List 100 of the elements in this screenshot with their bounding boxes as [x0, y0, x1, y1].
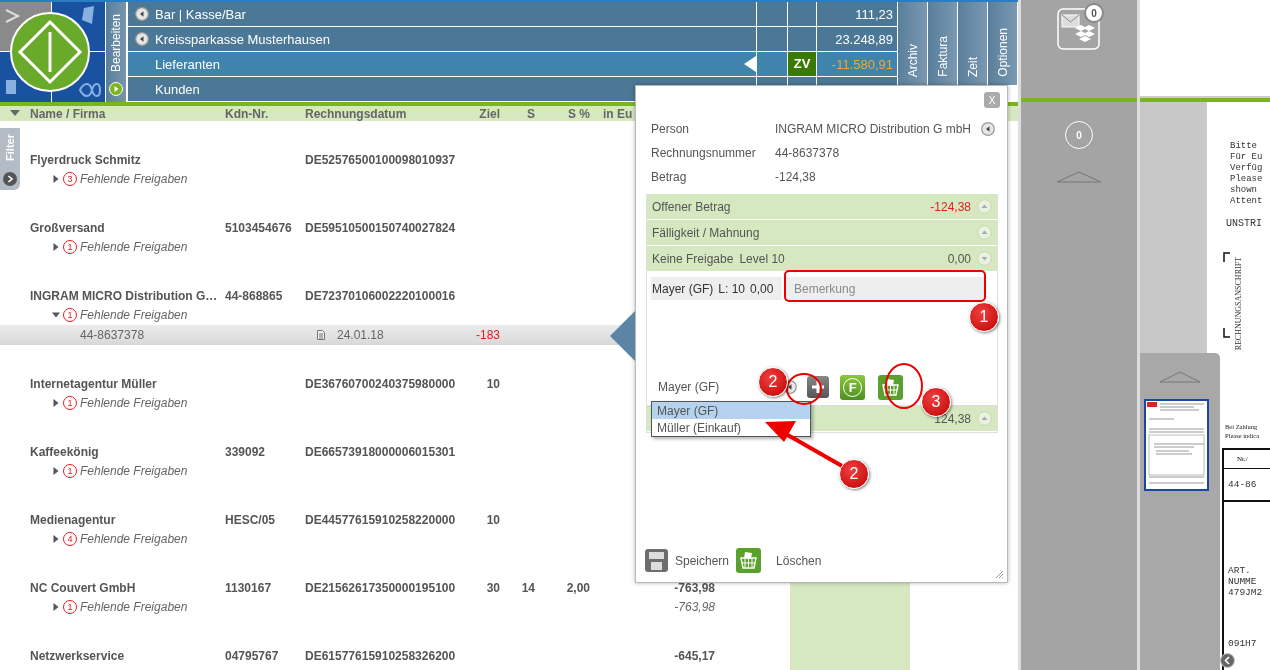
field-value: INGRAM MICRO Distribution G mbH — [775, 122, 972, 136]
caret-down-icon[interactable] — [52, 311, 60, 319]
header-cell — [757, 27, 787, 51]
action-label[interactable]: Löschen — [776, 553, 822, 568]
table-cell-text: HESC/05 — [225, 513, 277, 527]
account-row[interactable]: Kreissparkasse Musterhausen — [128, 27, 756, 51]
dropdown-option[interactable]: Mayer (GF) — [652, 402, 810, 419]
logo-drawing[interactable] — [0, 2, 105, 102]
section-amount: 0,00 — [947, 251, 971, 266]
table-cell-text: DE21562617350000195100 — [305, 581, 457, 595]
caret-down-icon[interactable] — [10, 110, 20, 117]
edit-tab[interactable]: Bearbeiten — [106, 2, 126, 102]
callout-badge: 2 — [758, 367, 788, 397]
section-title: Keine Freigabe — [652, 251, 734, 266]
accordion-header[interactable]: Fälligkeit / Mahnung — [647, 220, 997, 245]
field-label: Rechnungsnummer — [651, 146, 757, 160]
remark-field[interactable]: Bemerkung — [786, 277, 986, 300]
action-label[interactable]: Speichern — [675, 553, 730, 568]
caret-right-icon[interactable] — [52, 399, 60, 407]
caret-right-icon[interactable] — [52, 603, 60, 611]
table-cell-text: 10 — [485, 377, 500, 391]
basket-icon[interactable] — [736, 548, 762, 573]
caret-right-icon[interactable] — [52, 535, 60, 543]
table-cell-text: Internetagentur Müller — [30, 377, 158, 391]
document-text: 479JM2 — [1228, 587, 1264, 598]
accordion-header[interactable]: Offener Betrag -124,38 — [647, 194, 997, 219]
basket-icon[interactable] — [878, 374, 904, 400]
column-header[interactable]: Kdn-Nr. — [225, 106, 305, 121]
pending-approvals-label[interactable]: Fehlende Freigaben — [80, 396, 188, 410]
table-cell: 24.01.18 — [337, 328, 384, 342]
pending-approvals-label[interactable]: Fehlende Freigaben — [80, 308, 188, 322]
arrow-right-icon[interactable] — [3, 172, 17, 186]
approver-select[interactable]: Mayer (GF) — [658, 380, 720, 394]
table-cell-text: DE72370106002220100016 — [305, 289, 457, 303]
pending-approvals-label[interactable]: Fehlende Freigaben — [80, 600, 188, 614]
account-row[interactable]: Bar | Kasse/Bar — [128, 2, 756, 26]
document-text: Please — [1230, 174, 1264, 185]
arrow-left-icon[interactable] — [1220, 653, 1235, 668]
column-header[interactable]: Rechnungsdatum — [305, 106, 470, 121]
pending-approvals-label[interactable]: Fehlende Freigaben — [80, 464, 188, 478]
count-badge: 0 — [1084, 3, 1104, 23]
arrow-left-icon[interactable] — [135, 32, 149, 46]
table-cell-text: 5103454676 — [225, 221, 293, 235]
table-cell-text: 30 — [485, 581, 500, 595]
column-header[interactable]: Ziel — [470, 106, 500, 121]
field-label: Person — [651, 122, 691, 136]
table-cell-text: -645,17 — [673, 649, 715, 663]
document-heading: UNSTRI — [1226, 218, 1263, 230]
highlight-ellipse — [885, 363, 923, 409]
caret-right-icon[interactable] — [52, 467, 60, 475]
play-icon[interactable] — [109, 82, 123, 96]
arrow-left-icon[interactable] — [981, 122, 996, 136]
table-cell-text: DE66573918000006015301 — [305, 445, 457, 459]
document-text: Bitte — [1230, 141, 1258, 152]
table-cell-text: Flyerdruck Schmitz — [30, 153, 142, 167]
document-text: NUMME — [1228, 576, 1258, 587]
account-row[interactable]: Lieferanten — [128, 52, 756, 76]
pending-approvals-label[interactable]: Fehlende Freigaben — [80, 240, 188, 254]
plus-icon — [811, 380, 826, 394]
column-header[interactable]: Name / Firma — [30, 106, 225, 121]
section-amount: -124,38 — [930, 199, 971, 214]
column-header[interactable]: S — [500, 106, 535, 121]
status-badge: ZV — [788, 52, 816, 76]
table-cell-text: 339092 — [225, 445, 267, 459]
arrow-left-icon[interactable] — [135, 7, 149, 21]
column-header[interactable]: S % — [535, 106, 590, 121]
table-cell-text: 2,00 — [565, 581, 590, 595]
document-text: Attent — [1230, 196, 1264, 207]
page-thumbnail-drawing[interactable] — [1143, 399, 1209, 491]
accordion-header[interactable]: Keine Freigabe Level 10 0,00 — [647, 246, 997, 271]
document-text: RECHNUNGSANSCHRIFT — [1234, 257, 1243, 351]
approval-amount: 0,00 — [750, 281, 774, 296]
table-cell-text: NC Couvert GmbH — [30, 581, 137, 595]
document-text: Verfüg — [1230, 163, 1264, 174]
pending-approvals-label[interactable]: Fehlende Freigaben — [80, 172, 188, 186]
pending-approvals-label[interactable]: Fehlende Freigaben — [80, 532, 188, 546]
header-cell — [757, 52, 787, 76]
caret-right-icon[interactable] — [52, 243, 60, 251]
callout-badge: 2 — [839, 459, 869, 489]
caret-right-icon[interactable] — [52, 175, 60, 183]
table-cell-text: Medienagentur — [30, 513, 117, 527]
account-balance: 111,23 — [817, 2, 897, 26]
side-tab[interactable]: Zeit — [958, 2, 987, 85]
section-title: Offener Betrag — [652, 199, 731, 214]
side-tab[interactable]: Faktura — [928, 2, 957, 85]
table-cell-text: INGRAM MICRO Distribution G… — [30, 289, 219, 303]
resize-grip-icon[interactable] — [995, 570, 1004, 579]
mail-box-icon[interactable] — [1057, 8, 1100, 50]
section-title: Fälligkeit / Mahnung — [652, 225, 760, 240]
table-cell-text: -183 — [474, 328, 500, 342]
table-cell-text: -763,98 — [673, 600, 715, 614]
approval-level: L: 10 — [718, 281, 746, 296]
approve-button[interactable]: F — [840, 374, 866, 400]
table-cell-text: 1130167 — [225, 581, 273, 595]
account-balance: -11.580,91 — [817, 52, 897, 76]
approver-name: Mayer (GF) — [652, 281, 714, 296]
side-tab[interactable]: Archiv — [898, 2, 927, 85]
table-cell-text: 10 — [485, 513, 500, 527]
document-text: 44-86 — [1228, 479, 1257, 490]
side-tab[interactable]: Optionen — [988, 2, 1017, 85]
